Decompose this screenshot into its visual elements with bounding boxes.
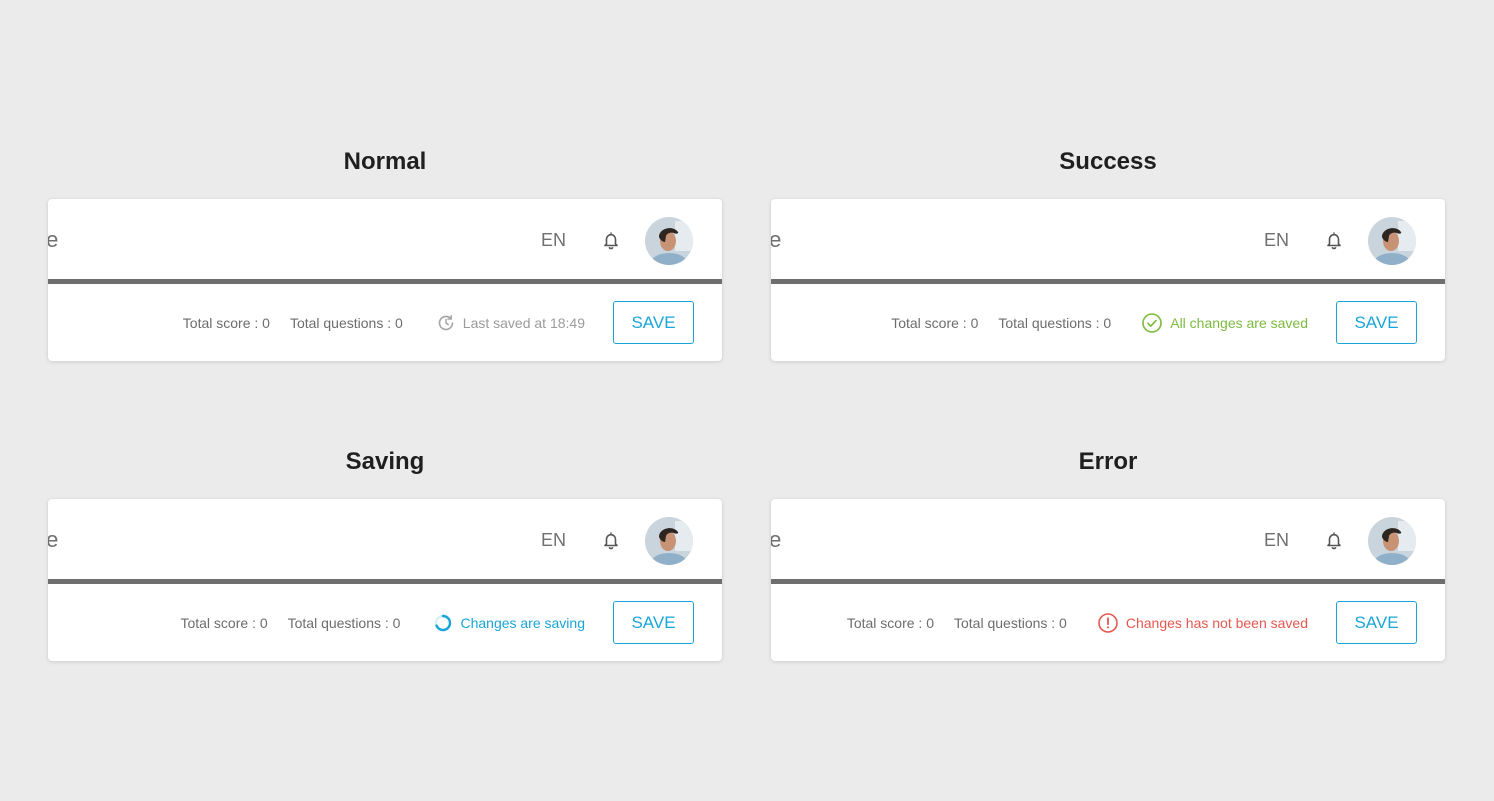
bottom-bar: Total score : 0 Total questions : 0 Chan… [48,584,722,661]
save-button[interactable]: SAVE [613,301,694,344]
alert-circle-icon [1098,612,1118,633]
top-bar: sole EN [48,499,722,579]
state-title: Error [1078,448,1138,475]
bell-icon[interactable] [600,229,622,251]
avatar[interactable] [1368,217,1416,265]
avatar[interactable] [645,517,693,565]
language-selector[interactable]: EN [1264,230,1289,251]
bottom-bar: Total score : 0 Total questions : 0 All … [771,284,1445,361]
total-score: Total score : 0 [891,314,979,331]
state-title: Success [1059,148,1157,175]
app-title: sole [48,227,59,252]
top-bar: sole EN [48,199,722,279]
save-button[interactable]: SAVE [1336,301,1417,344]
header-card: sole EN Total score : 0 Total questions … [48,499,722,661]
bell-icon[interactable] [600,529,622,551]
total-questions: Total questions : 0 [289,314,403,331]
total-questions: Total questions : 0 [287,614,401,631]
status-text: Changes are saving [460,614,585,631]
header-card: sole EN Total score : 0 Total questions … [48,199,722,361]
language-selector[interactable]: EN [541,230,566,251]
save-status: Changes has not been saved [1097,612,1308,634]
status-text: Changes has not been saved [1125,614,1308,631]
state-title: Saving [345,448,425,475]
header-card: sole EN Total score : 0 Total questions … [771,199,1445,361]
history-icon [438,314,454,330]
save-button[interactable]: SAVE [613,601,694,644]
save-status: Changes are saving [433,613,585,633]
status-text: All changes are saved [1170,314,1308,331]
save-button[interactable]: SAVE [1336,601,1417,644]
state-title: Normal [343,148,427,175]
bell-icon[interactable] [1323,529,1345,551]
total-score: Total score : 0 [846,614,934,631]
spinner-icon [435,614,452,631]
avatar[interactable] [645,217,693,265]
header-card: sole EN Total score : 0 Total questions … [771,499,1445,661]
app-title: sole [48,527,59,552]
total-questions: Total questions : 0 [998,314,1112,331]
app-title: sole [771,527,782,552]
app-title: sole [771,227,782,252]
save-status: Last saved at 18:49 [436,313,585,333]
top-bar: sole EN [771,199,1445,279]
bell-icon[interactable] [1323,229,1345,251]
avatar[interactable] [1368,517,1416,565]
total-score: Total score : 0 [182,314,270,331]
status-text: Last saved at 18:49 [462,314,585,331]
bottom-bar: Total score : 0 Total questions : 0 Last… [48,284,722,361]
total-score: Total score : 0 [180,614,268,631]
save-status: All changes are saved [1141,312,1308,334]
language-selector[interactable]: EN [541,530,566,551]
top-bar: sole EN [771,499,1445,579]
bottom-bar: Total score : 0 Total questions : 0 Chan… [771,584,1445,661]
total-questions: Total questions : 0 [954,614,1067,631]
check-circle-icon [1142,312,1163,333]
language-selector[interactable]: EN [1264,530,1289,551]
